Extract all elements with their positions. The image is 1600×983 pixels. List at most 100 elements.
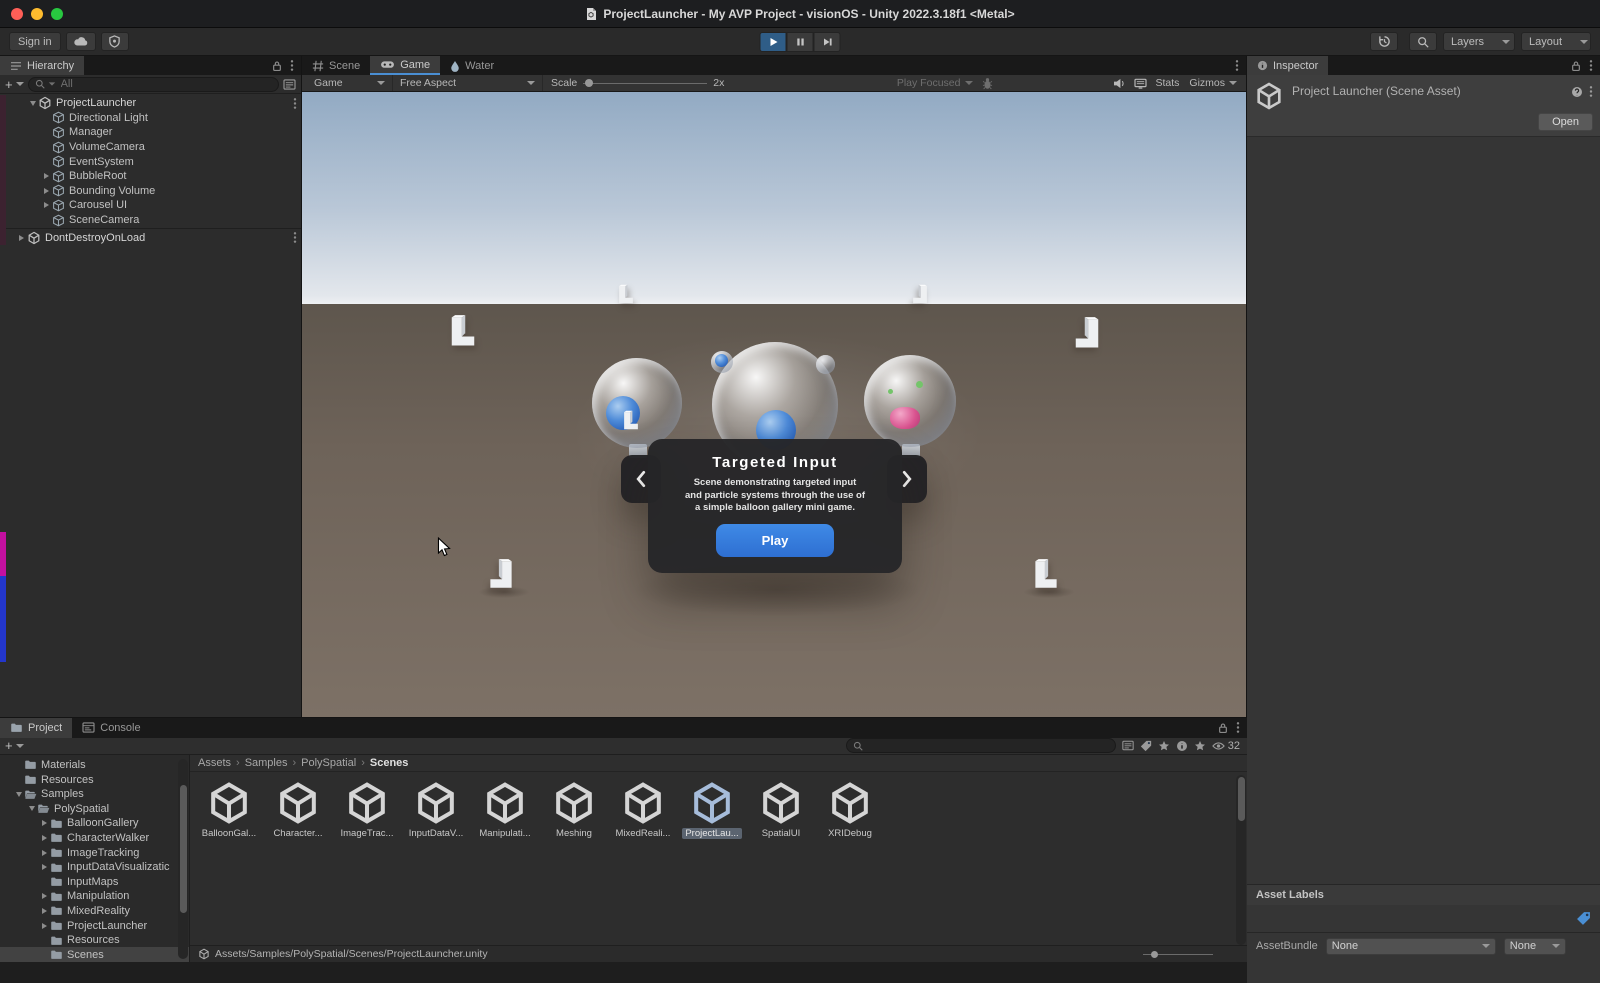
- search-by-label-icon[interactable]: [1140, 740, 1152, 752]
- hidden-count-toggle[interactable]: 32: [1212, 740, 1240, 752]
- aspect-dropdown[interactable]: Free Aspect: [393, 75, 543, 91]
- expand-arrow-icon[interactable]: [39, 835, 50, 841]
- kebab-menu-icon[interactable]: [293, 97, 297, 110]
- open-scene-button[interactable]: Open: [1538, 113, 1593, 131]
- lock-icon[interactable]: [1571, 60, 1581, 72]
- favorites-star-icon[interactable]: [1158, 740, 1170, 752]
- project-search-box[interactable]: [846, 738, 1116, 753]
- layers-dropdown[interactable]: Layers: [1443, 32, 1515, 51]
- scrollbar-thumb[interactable]: [1238, 777, 1245, 821]
- hierarchy-add-button[interactable]: +: [5, 77, 24, 92]
- help-icon[interactable]: [1571, 86, 1583, 98]
- breadcrumb-samples[interactable]: Samples: [245, 757, 288, 769]
- asset-item-selected[interactable]: ProjectLau...: [679, 780, 745, 839]
- breadcrumb-assets[interactable]: Assets: [198, 757, 231, 769]
- folder-item[interactable]: PolySpatial: [0, 801, 189, 816]
- game-viewport[interactable]: Targeted Input Scene demonstrating targe…: [302, 92, 1246, 717]
- step-button[interactable]: [814, 32, 841, 52]
- tab-inspector[interactable]: Inspector: [1247, 56, 1328, 75]
- play-button[interactable]: [760, 32, 787, 52]
- kebab-menu-icon[interactable]: [1589, 59, 1593, 72]
- hierarchy-item-dontdestroy[interactable]: DontDestroyOnLoad: [0, 230, 301, 245]
- hierarchy-item[interactable]: SceneCamera: [0, 213, 301, 228]
- expand-arrow-icon[interactable]: [41, 188, 52, 194]
- sign-in-button[interactable]: Sign in: [9, 32, 61, 51]
- folder-item[interactable]: Resources: [0, 933, 189, 948]
- asset-item[interactable]: Manipulati...: [472, 780, 538, 839]
- hierarchy-item-scene-root[interactable]: ProjectLauncher: [0, 96, 301, 111]
- asset-item[interactable]: BalloonGal...: [196, 780, 262, 839]
- project-search-input[interactable]: [866, 739, 1109, 753]
- hierarchy-item[interactable]: EventSystem: [0, 154, 301, 169]
- assetbundle-dropdown[interactable]: None: [1326, 938, 1496, 955]
- tab-hierarchy[interactable]: Hierarchy: [0, 56, 84, 75]
- collapse-arrow-icon[interactable]: [13, 792, 24, 797]
- tab-project[interactable]: Project: [0, 718, 72, 738]
- expand-arrow-icon[interactable]: [39, 820, 50, 826]
- tab-water[interactable]: Water: [440, 56, 504, 75]
- minimize-button[interactable]: [31, 8, 43, 20]
- expand-arrow-icon[interactable]: [39, 923, 50, 929]
- expand-arrow-icon[interactable]: [41, 202, 52, 208]
- expand-arrow-icon[interactable]: [41, 173, 52, 179]
- gizmos-dropdown[interactable]: Gizmos: [1189, 77, 1237, 89]
- pause-button[interactable]: [787, 32, 814, 52]
- folder-item[interactable]: CharacterWalker: [0, 831, 189, 846]
- search-everything-button[interactable]: [1409, 32, 1437, 51]
- scale-slider[interactable]: [583, 83, 707, 84]
- hierarchy-search-box[interactable]: [28, 77, 279, 92]
- expand-arrow-icon[interactable]: [39, 864, 50, 870]
- search-by-type-icon[interactable]: [1122, 740, 1134, 751]
- tab-scene[interactable]: Scene: [302, 56, 370, 75]
- asset-item[interactable]: Meshing: [541, 780, 607, 839]
- kebab-menu-icon[interactable]: [1236, 721, 1240, 734]
- grid-scrollbar[interactable]: [1236, 775, 1246, 945]
- asset-item[interactable]: XRIDebug: [817, 780, 883, 839]
- zoom-button[interactable]: [51, 8, 63, 20]
- label-tag-icon[interactable]: [1576, 911, 1591, 926]
- asset-labels-section-header[interactable]: Asset Labels: [1247, 884, 1600, 905]
- services-button[interactable]: [101, 32, 129, 51]
- scene-play-button[interactable]: Play: [716, 524, 834, 557]
- hierarchy-item[interactable]: Directional Light: [0, 111, 301, 126]
- kebab-menu-icon[interactable]: [290, 59, 294, 72]
- hierarchy-item[interactable]: VolumeCamera: [0, 140, 301, 155]
- tree-scrollbar[interactable]: [178, 759, 188, 959]
- saved-search-star-icon[interactable]: [1194, 740, 1206, 752]
- vsync-monitor-icon[interactable]: [1134, 78, 1147, 89]
- cloud-button[interactable]: [66, 32, 96, 51]
- tab-console[interactable]: Console: [72, 718, 150, 738]
- lock-icon[interactable]: [272, 60, 282, 72]
- folder-item-selected[interactable]: Scenes: [0, 947, 189, 962]
- hierarchy-item[interactable]: Bounding Volume: [0, 184, 301, 199]
- hierarchy-item[interactable]: Manager: [0, 125, 301, 140]
- folder-item[interactable]: Samples: [0, 787, 189, 802]
- collapse-arrow-icon[interactable]: [27, 101, 38, 106]
- project-add-button[interactable]: +: [5, 738, 24, 753]
- hierarchy-item[interactable]: BubbleRoot: [0, 169, 301, 184]
- asset-item[interactable]: ImageTrac...: [334, 780, 400, 839]
- info-icon[interactable]: [1176, 740, 1188, 752]
- folder-item[interactable]: InputMaps: [0, 874, 189, 889]
- mute-audio-icon[interactable]: [1113, 78, 1126, 89]
- stats-toggle[interactable]: Stats: [1155, 77, 1179, 89]
- layout-dropdown[interactable]: Layout: [1521, 32, 1591, 51]
- asset-item[interactable]: MixedReali...: [610, 780, 676, 839]
- tab-game[interactable]: Game: [370, 56, 440, 75]
- folder-item[interactable]: InputDataVisualizatic: [0, 860, 189, 875]
- folder-item[interactable]: Materials: [0, 758, 189, 773]
- hierarchy-search-input[interactable]: [59, 77, 272, 91]
- thumbnail-size-slider[interactable]: [1143, 954, 1213, 955]
- expand-arrow-icon[interactable]: [16, 235, 27, 241]
- folder-item[interactable]: ProjectLauncher: [0, 918, 189, 933]
- close-button[interactable]: [11, 8, 23, 20]
- scrollbar-thumb[interactable]: [180, 785, 187, 913]
- kebab-menu-icon[interactable]: [1589, 85, 1593, 98]
- folder-item[interactable]: Manipulation: [0, 889, 189, 904]
- kebab-menu-icon[interactable]: [1235, 59, 1239, 72]
- lock-icon[interactable]: [1218, 722, 1228, 734]
- breadcrumb-scenes[interactable]: Scenes: [370, 757, 409, 769]
- slider-thumb[interactable]: [1151, 951, 1158, 958]
- folder-item[interactable]: Resources: [0, 772, 189, 787]
- assetbundle-variant-dropdown[interactable]: None: [1504, 938, 1566, 955]
